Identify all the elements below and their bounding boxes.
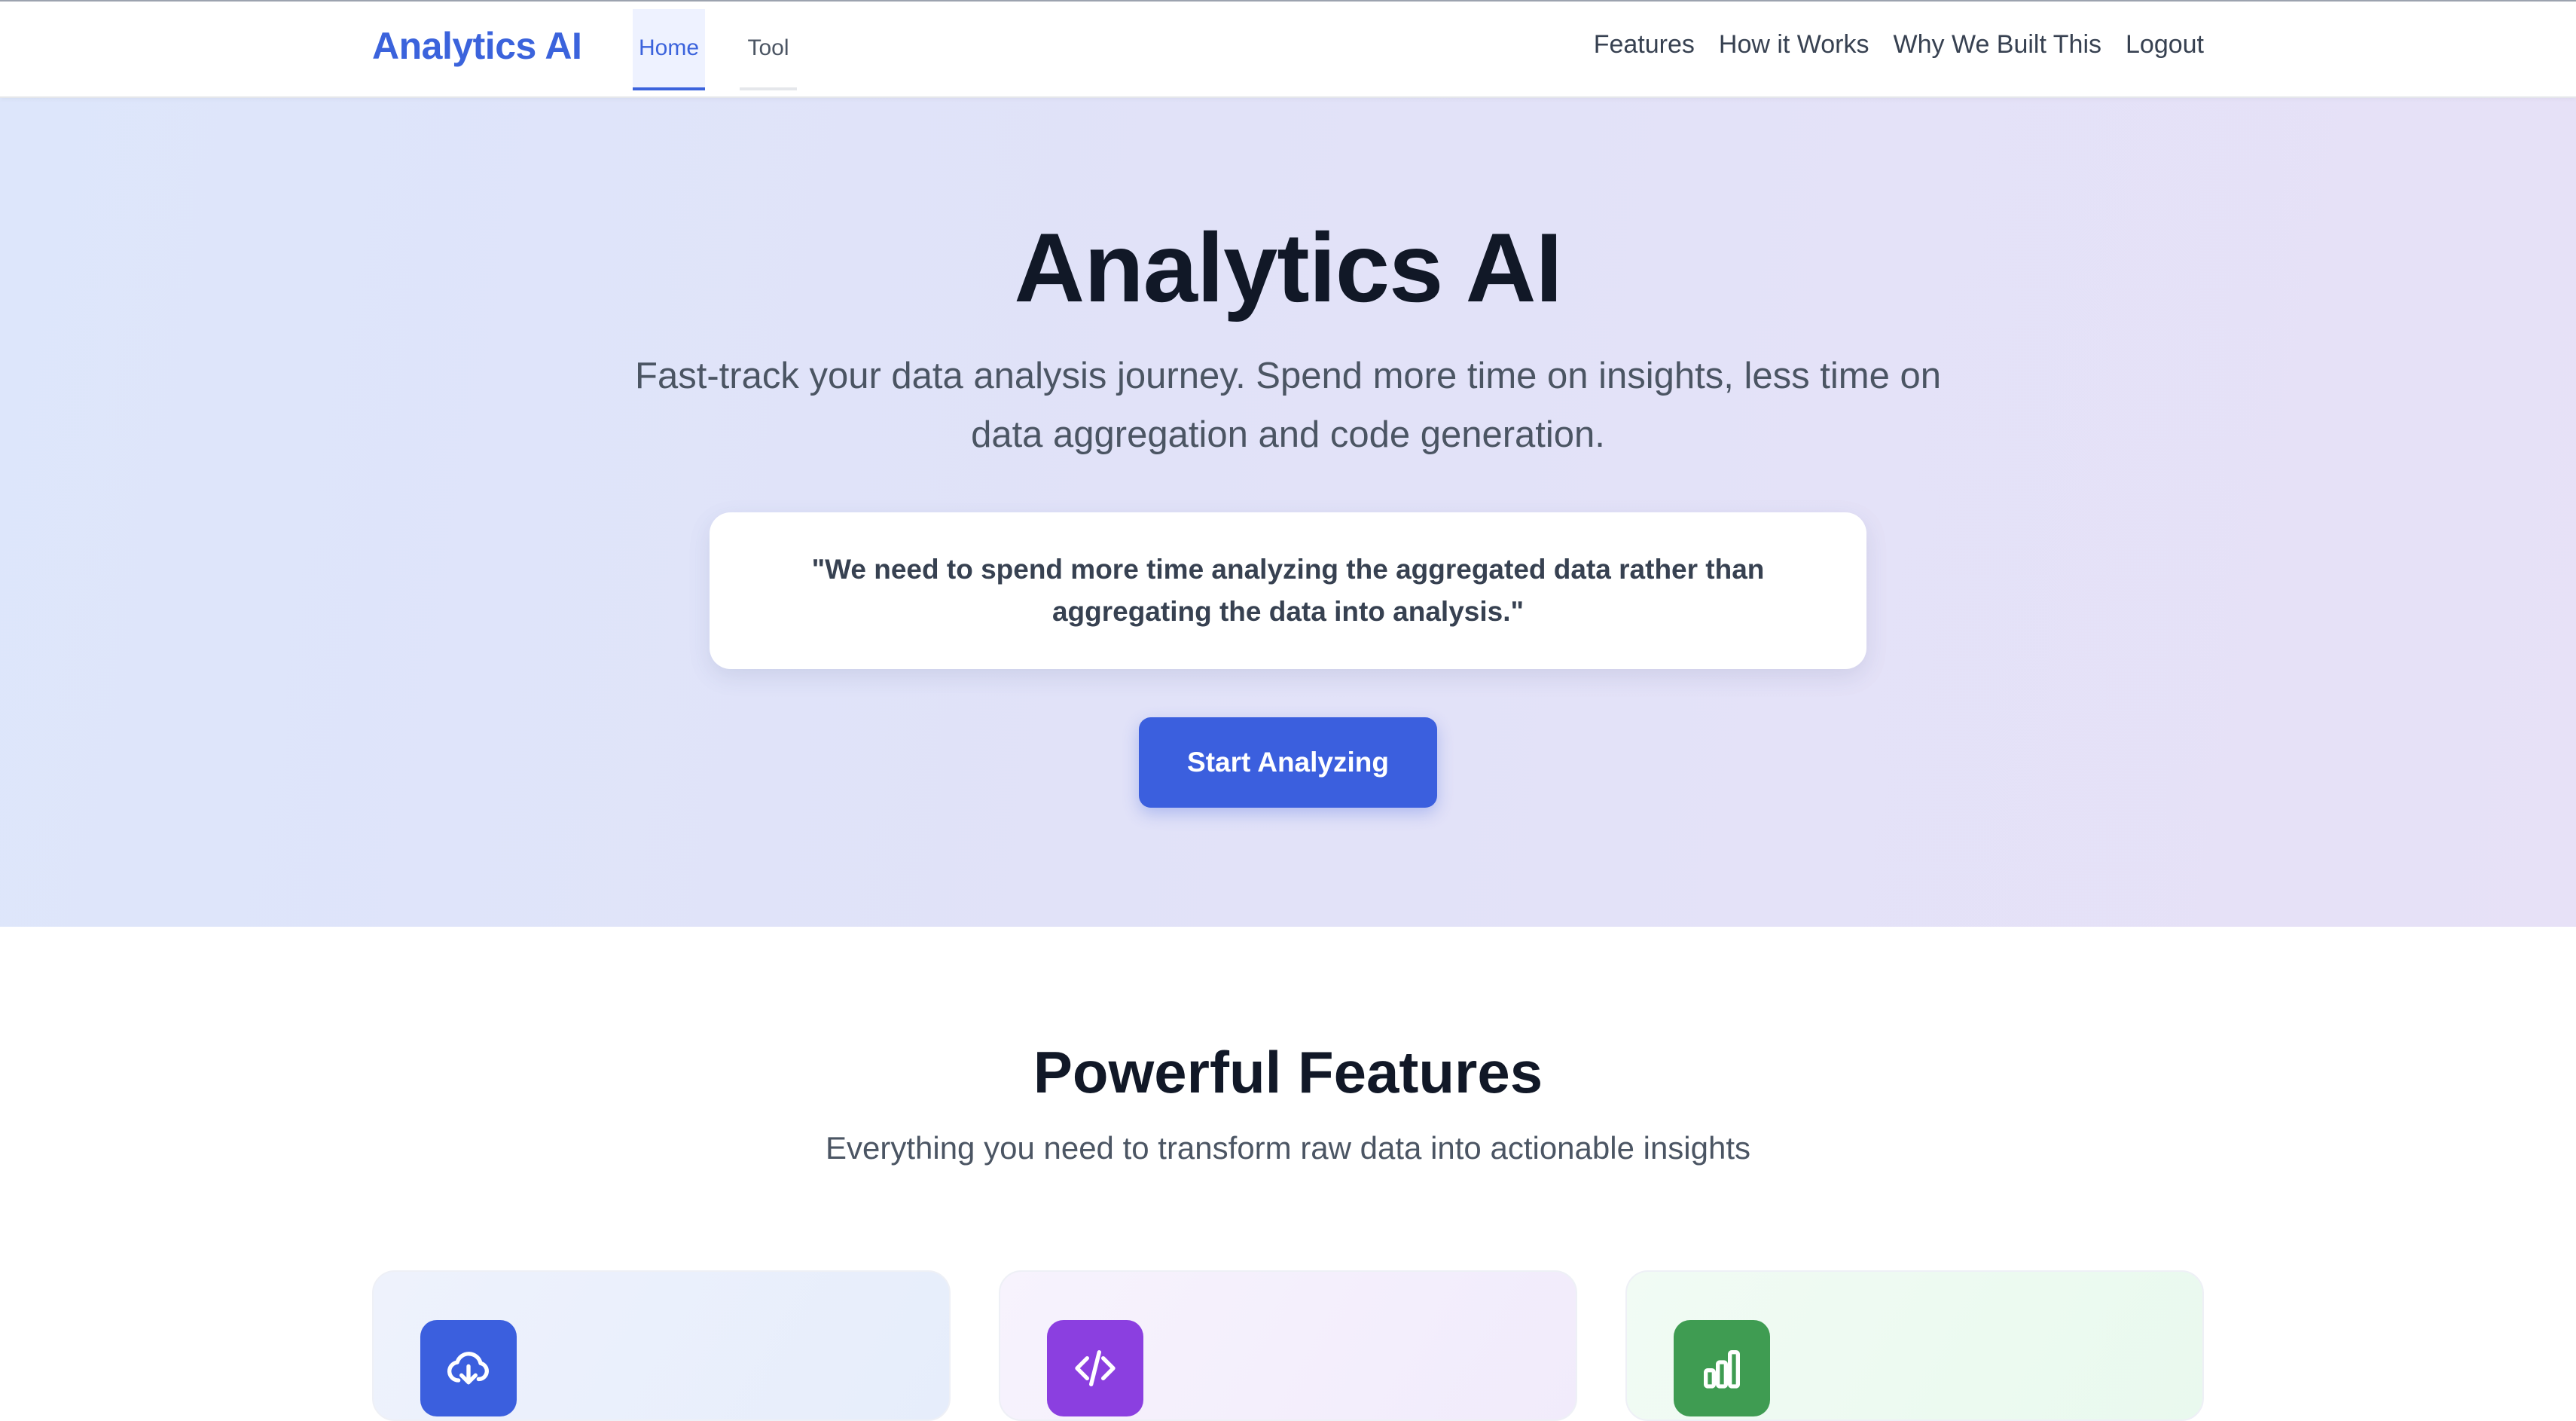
hero-section: Analytics AI Fast-track your data analys… bbox=[0, 98, 2576, 927]
nav-links: Features How it Works Why We Built This … bbox=[1594, 30, 2204, 60]
brand-logo[interactable]: Analytics AI bbox=[372, 24, 582, 68]
hero-title: Analytics AI bbox=[1014, 212, 1562, 322]
tab-tool[interactable]: Tool bbox=[740, 9, 797, 90]
nav-link-why-we-built-this[interactable]: Why We Built This bbox=[1894, 30, 2101, 60]
bar-chart-icon bbox=[1674, 1320, 1770, 1416]
hero-subtitle: Fast-track your data analysis journey. S… bbox=[635, 356, 1941, 455]
top-navigation-bar: Analytics AI Home Tool Features How it W… bbox=[0, 0, 2576, 98]
features-subtitle: Everything you need to transform raw dat… bbox=[825, 1130, 1751, 1166]
tab-tool-label: Tool bbox=[747, 35, 789, 60]
nav-link-logout[interactable]: Logout bbox=[2126, 30, 2204, 60]
tab-home-label: Home bbox=[638, 35, 700, 60]
quote-text: "We need to spend more time analyzing th… bbox=[811, 554, 1765, 627]
start-analyzing-button[interactable]: Start Analyzing bbox=[1139, 717, 1437, 808]
feature-card-data-upload[interactable] bbox=[372, 1270, 951, 1421]
quote-card: "We need to spend more time analyzing th… bbox=[710, 512, 1866, 669]
cloud-download-icon bbox=[420, 1320, 517, 1416]
features-title: Powerful Features bbox=[1033, 1039, 1543, 1105]
feature-card-code-generation[interactable] bbox=[999, 1270, 1577, 1421]
code-icon bbox=[1047, 1320, 1143, 1416]
feature-card-insights[interactable] bbox=[1625, 1270, 2204, 1421]
tab-home[interactable]: Home bbox=[633, 9, 705, 90]
nav-link-features[interactable]: Features bbox=[1594, 30, 1695, 60]
nav-link-how-it-works[interactable]: How it Works bbox=[1719, 30, 1869, 60]
